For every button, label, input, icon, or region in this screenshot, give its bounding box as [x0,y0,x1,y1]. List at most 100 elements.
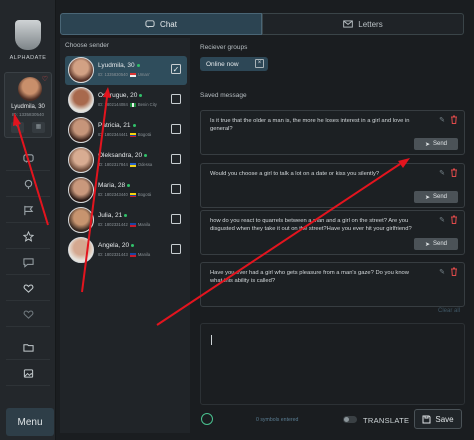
app-logo[interactable]: ALPHADATE [8,20,48,68]
sender-row[interactable]: Oleksandra, 20 ID: 1802317844 Odessa [65,146,187,175]
save-icon [422,415,431,423]
online-indicator [144,153,148,157]
translate-label: TRANSLATE [363,416,410,425]
sender-city: Bogotá [137,192,152,197]
sender-row[interactable]: Lyudmila, 30 ID: 1335830540 Uman' ✓ [65,56,187,85]
avatar [68,147,94,173]
star-icon[interactable] [6,224,50,249]
sender-checkbox[interactable] [171,154,181,164]
sender-row[interactable]: Maria, 28 ID: 1802343440 Bogotá [65,176,187,205]
save-button[interactable]: Save [414,409,462,429]
sender-id: ID: 1802344441 [98,132,128,137]
sender-name: Julia, 21 [98,212,123,219]
avatar [68,117,94,143]
sender-id: ID: 1802331442 [98,222,128,227]
profile-edit-icon[interactable]: ✎ [11,122,24,133]
trash-icon[interactable] [450,168,458,177]
profile-card[interactable]: ♡ Lyudmila, 30 ID: 1335830540 ✎ ▦ [4,72,52,138]
avatar [68,237,94,263]
sender-row[interactable]: Patricia, 21 ID: 1802344441 Bogotá [65,116,187,145]
saved-message-text: Is it true that the older a man is, the … [210,118,410,132]
saved-message-card[interactable]: Have you ever had a girl who gets pleasu… [200,262,465,307]
message-icon[interactable] [6,250,50,275]
location-pin-icon[interactable] [6,172,50,197]
trash-icon[interactable] [450,215,458,224]
message-panel: Reciever groups Online now × Saved messa… [196,38,468,433]
sender-row[interactable]: Julia, 21 ID: 1802331442 Manila [65,206,187,235]
sender-id: ID: 1802317844 [98,162,128,167]
country-flag-icon [129,252,136,257]
saved-message-card[interactable]: Would you choose a girl to talk a lot on… [200,163,465,208]
sender-list-label: Choose sender [65,42,110,49]
send-button[interactable]: ➤ Send [414,138,458,150]
translate-toggle[interactable] [343,416,357,423]
sender-row[interactable]: Osarugue, 20 ID: 1802144084 Benin City [65,86,187,115]
saved-message-label: Saved message [200,92,247,99]
clear-all-link[interactable]: Clear all [438,308,460,314]
sender-list-panel: Choose sender Lyudmila, 30 ID: 133583054… [60,38,190,433]
receiver-chip-online-now[interactable]: Online now × [200,57,268,71]
country-flag-icon [129,162,136,167]
sender-checkbox[interactable] [171,214,181,224]
image-icon[interactable] [6,361,50,386]
saved-message-card[interactable]: how do you react to quarrels between a m… [200,210,465,255]
heart-outline-icon[interactable] [6,302,50,327]
folder-icon[interactable] [6,335,50,360]
avatar [68,177,94,203]
send-button[interactable]: ➤ Send [414,191,458,203]
country-flag-icon [129,72,136,77]
tab-chat-label: Chat [160,19,177,29]
chat-bubble-icon [145,19,155,28]
sender-id: ID: 1802331443 [98,252,128,257]
avatar [68,207,94,233]
trash-icon[interactable] [450,267,458,276]
trash-icon[interactable] [450,115,458,124]
send-button-label: Send [433,194,448,200]
online-indicator [124,213,128,217]
saved-message-text: Would you choose a girl to talk a lot on… [210,171,380,177]
edit-icon[interactable]: ✎ [439,169,445,177]
sender-checkbox[interactable] [171,94,181,104]
chat-bubble-icon[interactable] [6,146,50,171]
sender-name: Oleksandra, 20 [98,152,143,159]
online-indicator [136,63,140,67]
heart-plus-icon[interactable] [6,276,50,301]
edit-icon[interactable]: ✎ [439,216,445,224]
flag-icon[interactable] [6,198,50,223]
sender-checkbox[interactable] [171,124,181,134]
sender-city: Uman' [137,72,150,77]
online-indicator [127,183,131,187]
menu-button[interactable]: Menu [6,408,54,436]
heart-icon[interactable]: ♡ [42,75,48,83]
country-flag-icon [129,132,136,137]
sender-city: Odessa [137,162,153,167]
save-button-label: Save [435,414,454,424]
sender-name: Osarugue, 20 [98,92,138,99]
left-sidebar: ALPHADATE ♡ Lyudmila, 30 ID: 1335830540 … [0,0,56,440]
message-input[interactable] [200,323,465,405]
tab-chat[interactable]: Chat [60,13,262,35]
sender-checkbox-checked[interactable]: ✓ [171,64,181,74]
sender-checkbox[interactable] [171,184,181,194]
logo-text: ALPHADATE [9,55,47,61]
edit-icon[interactable]: ✎ [439,116,445,124]
saved-message-card[interactable]: Is it true that the older a man is, the … [200,110,465,155]
chip-label: Online now [206,60,239,68]
emoji-icon[interactable] [201,413,213,425]
tab-bar: Chat Letters [60,13,464,35]
country-flag-icon [129,222,136,227]
sender-name: Maria, 28 [98,182,126,189]
sender-row[interactable]: Angela, 20 ID: 1802331443 Manila [65,236,187,265]
edit-icon[interactable]: ✎ [439,268,445,276]
text-caret [211,335,212,345]
sender-checkbox[interactable] [171,244,181,254]
send-icon: ➤ [424,194,430,201]
tab-letters[interactable]: Letters [262,13,464,35]
profile-calendar-icon[interactable]: ▦ [32,122,45,133]
sender-city: Manila [137,252,151,257]
sender-id: ID: 1802144084 [98,102,128,107]
send-button[interactable]: ➤ Send [414,238,458,250]
online-indicator [132,123,136,127]
close-icon[interactable]: × [255,59,264,68]
country-flag-icon [129,102,136,107]
